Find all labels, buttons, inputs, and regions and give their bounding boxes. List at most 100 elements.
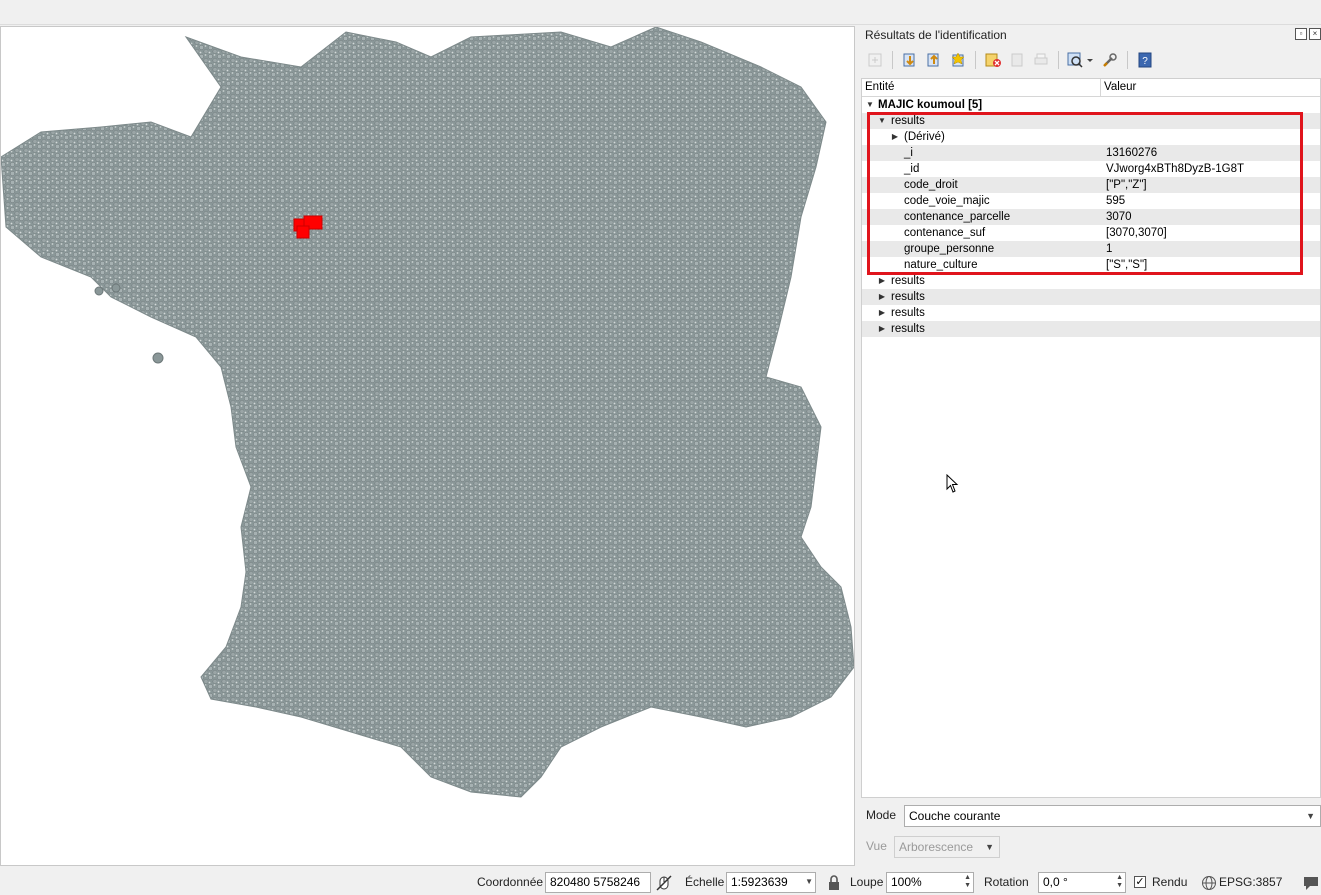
attribute-value: 595 [1106,195,1126,207]
attribute-value: [3070,3070] [1106,227,1167,239]
mouse-toggle-icon[interactable] [655,874,673,892]
chevron-right-icon[interactable]: ▶ [877,289,887,305]
view-row: Vue Arborescence ▼ [861,835,1321,861]
attribute-row[interactable]: _i 13160276 [862,145,1320,161]
view-select[interactable]: Arborescence ▼ [894,836,1000,858]
magnifier-label: Loupe [850,875,884,889]
collapse-all-icon[interactable] [900,50,920,70]
attribute-value: VJworg4xBTh8DyzB-1G8T [1106,163,1245,175]
map-point [94,286,104,296]
settings-icon[interactable] [1100,50,1120,70]
chevron-right-icon[interactable]: ▶ [877,305,887,321]
rotation-label: Rotation [984,875,1029,889]
status-bar: Coordonnée 820480 5758246 Échelle 1:5923… [0,871,1321,895]
attribute-row[interactable]: code_voie_majic 595 [862,193,1320,209]
coordinate-field[interactable]: 820480 5758246 [545,872,651,893]
spin-arrows-icon[interactable]: ▲ ▼ [964,874,971,890]
results-label: results [891,115,925,127]
attribute-key: contenance_parcelle [904,211,1011,223]
attribute-row[interactable]: groupe_personne 1 [862,241,1320,257]
render-checkbox[interactable]: ✓ [1134,876,1146,888]
layer-label: MAJIC koumoul [5] [878,99,983,111]
attribute-row[interactable]: nature_culture ["S","S"] [862,257,1320,273]
identify-mode-icon[interactable] [1066,50,1096,70]
svg-text:?: ? [1142,56,1148,67]
attribute-value: 13160276 [1106,147,1158,159]
map-render [1,27,854,798]
derived-row[interactable]: ▶ (Dérivé) [862,129,1320,145]
mode-label: Mode [866,808,897,822]
rotation-spinbox[interactable]: 0,0 ° ▲ ▼ [1038,872,1126,893]
magnifier-value: 100% [891,875,922,889]
results-label: results [891,323,925,335]
messages-icon[interactable] [1302,875,1320,891]
mouse-cursor-icon [946,474,959,493]
new-results-icon[interactable] [948,50,968,70]
lock-icon[interactable] [827,875,841,891]
chevron-down-icon[interactable]: ▼ [865,97,875,113]
scale-label: Échelle [685,875,725,889]
identify-toolbar: ? [865,48,1155,72]
attribute-value: ["P","Z"] [1106,179,1147,191]
panel-title: Résultats de l'identification [865,28,1007,42]
attribute-row[interactable]: _id VJworg4xBTh8DyzB-1G8T [862,161,1320,177]
print-icon[interactable] [1031,50,1051,70]
column-value[interactable]: Valeur [1101,79,1136,96]
chevron-down-icon[interactable]: ▼ [877,113,887,129]
chevron-right-icon[interactable]: ▶ [877,321,887,337]
derived-label: (Dérivé) [904,131,945,143]
mode-select[interactable]: Couche courante ▼ [904,805,1321,827]
column-entity[interactable]: Entité [862,79,1101,96]
map-point [111,283,121,293]
attribute-key: groupe_personne [904,243,995,255]
chevron-right-icon[interactable]: ▶ [890,129,900,145]
attribute-row[interactable]: contenance_parcelle 3070 [862,209,1320,225]
expand-new-icon[interactable] [924,50,944,70]
france-points-layer [1,27,854,798]
results-label: results [891,307,925,319]
attribute-value: 1 [1106,243,1113,255]
coordinate-value: 820480 5758246 [550,875,641,889]
clear-results-icon[interactable] [983,50,1003,70]
results-label: results [891,275,925,287]
chevron-down-icon: ▼ [805,877,813,886]
layer-row[interactable]: ▼ MAJIC koumoul [5] [862,97,1320,113]
results-row[interactable]: ▶ results [862,273,1320,289]
view-value: Arborescence [899,840,974,854]
results-tree[interactable]: Entité Valeur ▼ MAJIC koumoul [5] ▼ resu… [861,78,1321,798]
results-row[interactable]: ▶ results [862,321,1320,337]
map-canvas[interactable] [0,26,855,866]
attribute-key: code_voie_majic [904,195,990,207]
attribute-row[interactable]: code_droit ["P","Z"] [862,177,1320,193]
map-point [152,352,164,364]
chevron-right-icon[interactable]: ▶ [877,273,887,289]
render-label: Rendu [1152,875,1188,889]
scale-value: 1:5923639 [731,875,788,889]
help-icon[interactable]: ? [1135,50,1155,70]
attribute-key: code_droit [904,179,958,191]
crs-label[interactable]: EPSG:3857 [1219,875,1282,889]
tree-header: Entité Valeur [862,79,1320,97]
close-panel-icon[interactable]: × [1309,28,1321,40]
expand-all-icon[interactable] [865,50,885,70]
attribute-key: _id [904,163,920,175]
results-row[interactable]: ▶ results [862,289,1320,305]
results-row[interactable]: ▼ results [862,113,1320,129]
magnifier-spinbox[interactable]: 100% ▲ ▼ [886,872,974,893]
results-row[interactable]: ▶ results [862,305,1320,321]
attribute-value: ["S","S"] [1106,259,1148,271]
attribute-key: _i [904,147,913,159]
globe-icon[interactable] [1201,875,1217,891]
mode-row: Mode Couche courante ▼ [861,804,1321,830]
copy-feature-icon[interactable] [1007,50,1027,70]
rotation-value: 0,0 ° [1043,875,1068,889]
spin-arrows-icon[interactable]: ▲ ▼ [1116,874,1123,890]
view-label: Vue [866,839,887,853]
attribute-row[interactable]: contenance_suf [3070,3070] [862,225,1320,241]
top-toolbar-strip [0,0,1321,25]
identify-results-panel: Résultats de l'identification ▫ × ? Enti… [861,26,1321,871]
chevron-down-icon: ▼ [1306,811,1315,821]
mode-value: Couche courante [909,809,1001,823]
float-panel-icon[interactable]: ▫ [1295,28,1307,40]
scale-select[interactable]: 1:5923639 ▼ [726,872,816,893]
